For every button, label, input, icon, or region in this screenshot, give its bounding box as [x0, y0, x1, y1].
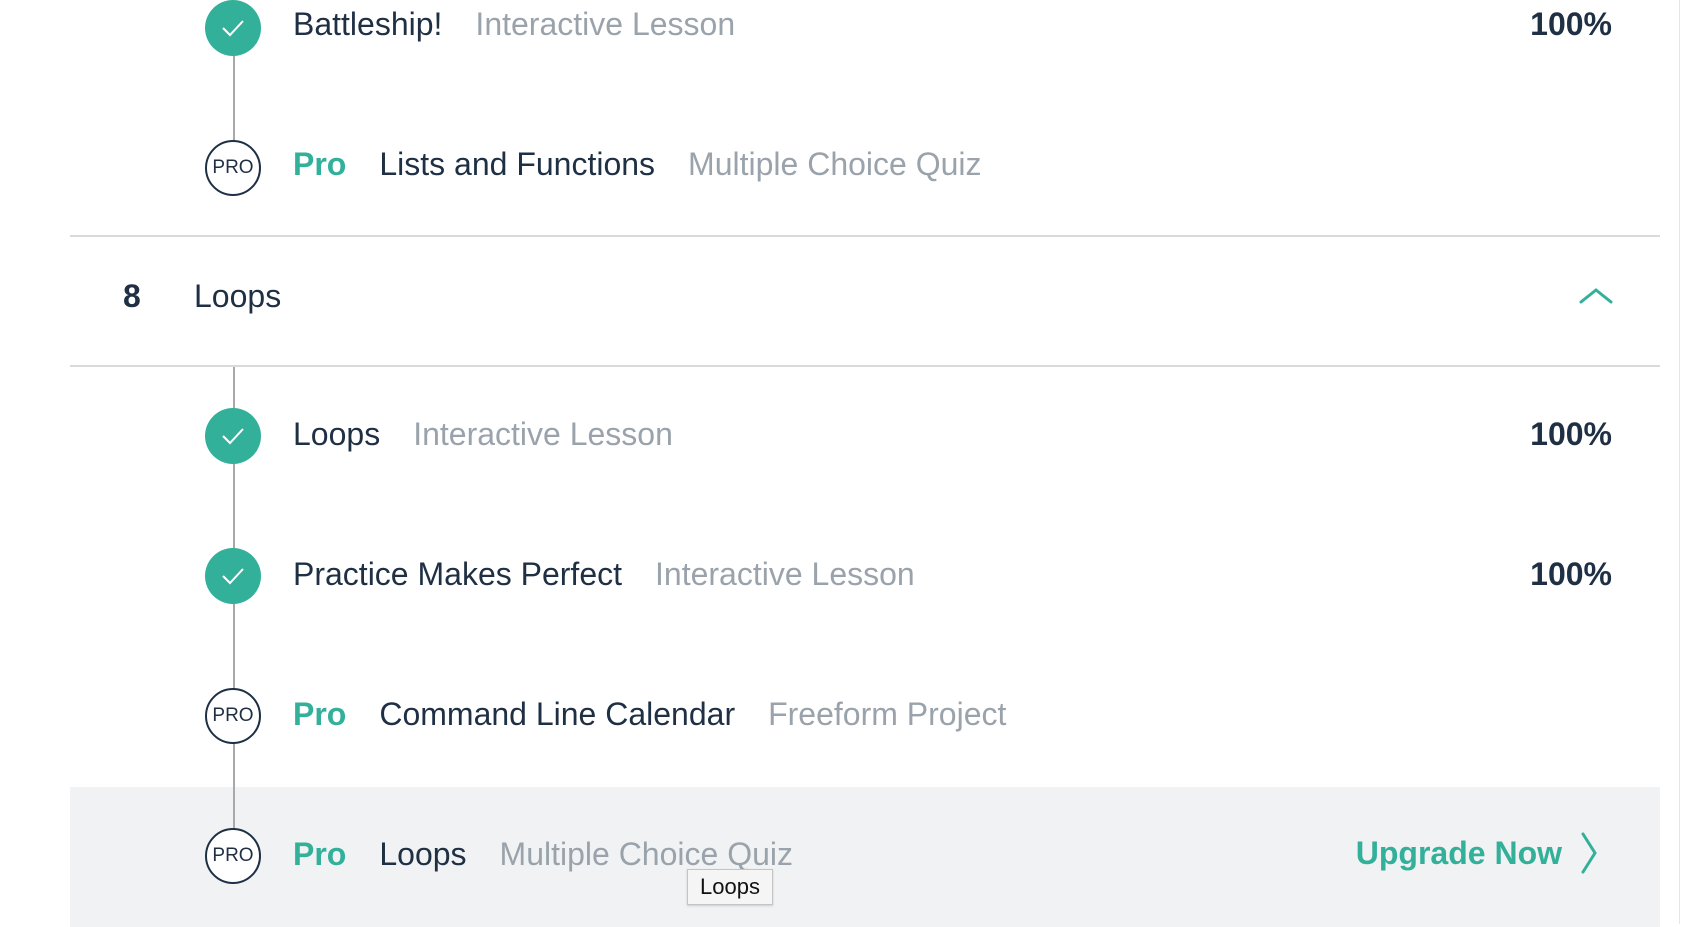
upgrade-now-label: Upgrade Now: [1355, 834, 1562, 871]
lesson-title: Loops: [379, 836, 467, 872]
pro-badge-icon: PRO: [205, 828, 261, 884]
pro-tag: Pro: [293, 836, 347, 872]
section-title: Loops: [194, 278, 282, 314]
lesson-label: Battleship! Interactive Lesson: [293, 6, 735, 43]
check-icon: [205, 548, 261, 604]
lesson-type: Interactive Lesson: [475, 6, 736, 42]
lesson-type: Interactive Lesson: [413, 416, 673, 452]
lesson-label[interactable]: Loops Interactive Lesson: [293, 416, 673, 453]
lesson-label[interactable]: Pro Command Line Calendar Freeform Proje…: [293, 696, 1006, 733]
lesson-type: Multiple Choice Quiz: [499, 836, 793, 872]
check-icon: [205, 0, 261, 56]
lesson-type: Freeform Project: [768, 696, 1007, 732]
pro-badge-icon: PRO: [205, 688, 261, 744]
lesson-label[interactable]: Practice Makes Perfect Interactive Lesso…: [293, 556, 915, 593]
course-syllabus: Battleship! Interactive Lesson 100% PRO …: [0, 0, 1694, 927]
pro-badge-label: PRO: [212, 845, 254, 866]
pro-badge-label: PRO: [212, 705, 254, 726]
lesson-progress: 100%: [1530, 556, 1612, 592]
tooltip: Loops: [687, 869, 773, 905]
check-icon: [205, 408, 261, 464]
section-divider: [70, 365, 1660, 367]
lesson-title: Practice Makes Perfect: [293, 556, 622, 592]
lesson-title: Command Line Calendar: [379, 696, 736, 732]
lesson-title: Battleship!: [293, 6, 443, 42]
pro-badge-label: PRO: [212, 157, 254, 178]
section-divider: [70, 235, 1660, 237]
lesson-label[interactable]: Pro Lists and Functions Multiple Choice …: [293, 146, 982, 183]
pro-tag: Pro: [293, 696, 347, 732]
lesson-label[interactable]: Pro Loops Multiple Choice Quiz: [293, 836, 793, 873]
lesson-title: Lists and Functions: [379, 146, 656, 182]
lesson-type: Interactive Lesson: [655, 556, 915, 592]
lesson-progress: 100%: [1530, 6, 1612, 42]
lesson-title: Loops: [293, 416, 381, 452]
chevron-right-icon: [1581, 832, 1597, 874]
lesson-type: Multiple Choice Quiz: [688, 146, 982, 182]
pro-tag: Pro: [293, 146, 347, 182]
chevron-up-icon[interactable]: [1576, 283, 1616, 313]
scrollbar[interactable]: [1679, 0, 1694, 924]
pro-badge-icon: PRO: [205, 140, 261, 196]
upgrade-now-link[interactable]: Upgrade Now: [1356, 831, 1598, 875]
section-number: 8: [123, 278, 141, 314]
lesson-progress: 100%: [1530, 416, 1612, 452]
